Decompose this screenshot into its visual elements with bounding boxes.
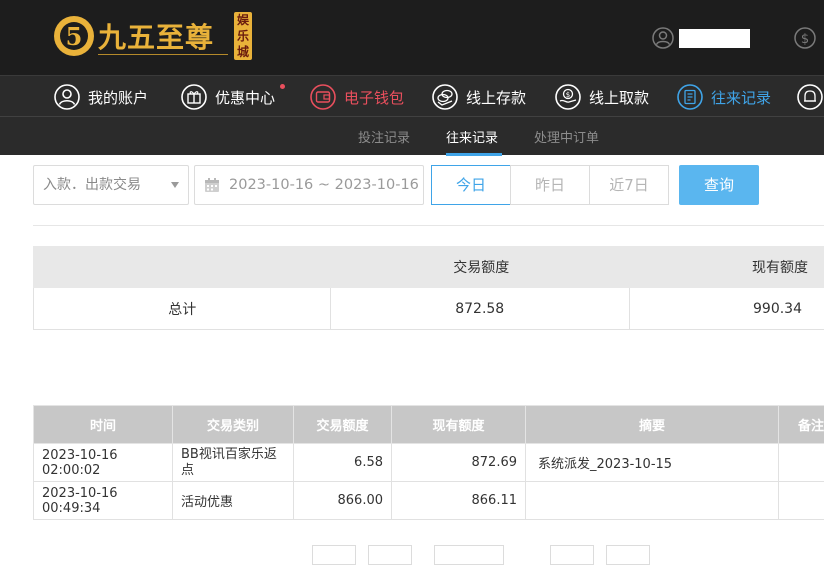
- pagination-prev-button[interactable]: [368, 545, 412, 565]
- nav-online-deposit[interactable]: 线上存款: [432, 82, 526, 112]
- col-header-balance: 现有额度: [392, 406, 526, 444]
- nav-notifications[interactable]: [797, 82, 824, 112]
- cell-balance: 872.69: [392, 444, 526, 482]
- table-row: 2023-10-16 00:49:34 活动优惠 866.00 866.11: [34, 482, 824, 520]
- records-table: 时间 交易类别 交易额度 现有额度 摘要 备注 2023-10-16 02:00…: [33, 405, 824, 520]
- nav-my-account[interactable]: 我的账户: [54, 82, 148, 112]
- nav-label: 线上存款: [466, 87, 526, 108]
- cell-summary: [526, 482, 779, 520]
- cell-summary: 系统派发_2023-10-15: [526, 444, 779, 482]
- summary-header-blank: [34, 247, 331, 288]
- cell-note: [779, 482, 824, 520]
- summary-row: 总计 872.58 990.34: [34, 288, 824, 330]
- records-icon: [677, 84, 703, 110]
- records-header-row: 时间 交易类别 交易额度 现有额度 摘要 备注: [34, 406, 824, 444]
- cell-time: 2023-10-16 02:00:02: [34, 444, 173, 482]
- search-button[interactable]: 查询: [679, 165, 759, 205]
- top-header: 5 九五至尊 娱乐城 $: [0, 0, 824, 75]
- subnav-bet-records[interactable]: 投注记录: [358, 127, 410, 146]
- summary-header-row: 交易额度 现有额度: [34, 247, 824, 288]
- username-display: [679, 29, 750, 48]
- summary-total-balance: 990.34: [630, 288, 824, 330]
- date-range-value: 2023-10-16 ~ 2023-10-16: [229, 177, 419, 193]
- cell-type: BB视讯百家乐返点: [173, 444, 294, 482]
- summary-table: 交易额度 现有额度 总计 872.58 990.34: [33, 246, 824, 330]
- bell-icon: [797, 84, 823, 110]
- nav-label: 我的账户: [88, 87, 148, 108]
- col-header-type: 交易类别: [173, 406, 294, 444]
- cell-time: 2023-10-16 00:49:34: [34, 482, 173, 520]
- notification-dot: [280, 84, 285, 89]
- logo-glyph: 5: [66, 22, 83, 51]
- col-header-time: 时间: [34, 406, 173, 444]
- pagination-next-button[interactable]: [550, 545, 594, 565]
- dollar-icon[interactable]: $: [794, 27, 816, 49]
- nav-transaction-records[interactable]: 往来记录: [677, 82, 771, 112]
- dropdown-arrow-icon: [171, 182, 179, 188]
- svg-text:$: $: [566, 91, 570, 99]
- today-button[interactable]: 今日: [431, 165, 511, 205]
- wallet-icon: [310, 84, 336, 110]
- pagination-page-input[interactable]: [434, 545, 504, 565]
- nav-e-wallet[interactable]: 电子钱包: [310, 82, 404, 112]
- subnav-transaction-records[interactable]: 往来记录: [446, 127, 498, 146]
- cell-type: 活动优惠: [173, 482, 294, 520]
- yesterday-button[interactable]: 昨日: [510, 165, 590, 205]
- summary-header-balance: 现有额度: [630, 247, 824, 288]
- logo-emblem-icon: 5: [52, 12, 96, 60]
- transaction-type-select[interactable]: 入款．出款交易: [33, 165, 189, 205]
- last-7-days-button[interactable]: 近7日: [589, 165, 669, 205]
- user-circle-icon: [54, 84, 80, 110]
- pagination-first-button[interactable]: [312, 545, 356, 565]
- main-nav: 我的账户 优惠中心 电子钱包 线上存款 $: [0, 75, 824, 116]
- nav-online-withdraw[interactable]: $ 线上取款: [555, 82, 649, 112]
- brand-name: 九五至尊: [98, 16, 214, 56]
- gift-icon: [181, 84, 207, 110]
- calendar-icon: [204, 178, 220, 193]
- nav-promotions[interactable]: 优惠中心: [181, 82, 275, 112]
- deposit-icon: [432, 84, 458, 110]
- nav-label: 线上取款: [589, 87, 649, 108]
- summary-total-amount: 872.58: [331, 288, 630, 330]
- logo-ornament: [98, 54, 228, 55]
- date-range-picker[interactable]: 2023-10-16 ~ 2023-10-16: [194, 165, 424, 205]
- withdraw-icon: $: [555, 84, 581, 110]
- subnav-pending-orders[interactable]: 处理中订单: [534, 127, 599, 146]
- col-header-note: 备注: [779, 406, 824, 444]
- svg-text:$: $: [801, 32, 809, 47]
- summary-total-label: 总计: [34, 288, 331, 330]
- summary-header-amount: 交易额度: [331, 247, 630, 288]
- table-row: 2023-10-16 02:00:02 BB视讯百家乐返点 6.58 872.6…: [34, 444, 824, 482]
- cell-amount: 866.00: [294, 482, 392, 520]
- brand-badge: 娱乐城: [234, 12, 252, 60]
- section-divider: [33, 225, 824, 226]
- user-avatar-icon[interactable]: [652, 27, 674, 49]
- cell-balance: 866.11: [392, 482, 526, 520]
- sub-nav: 投注记录 往来记录 处理中订单: [0, 116, 824, 155]
- cell-amount: 6.58: [294, 444, 392, 482]
- nav-label: 优惠中心: [215, 87, 275, 108]
- col-header-amount: 交易额度: [294, 406, 392, 444]
- cell-note: [779, 444, 824, 482]
- transaction-type-value: 入款．出款交易: [43, 177, 141, 193]
- pagination-last-button[interactable]: [606, 545, 650, 565]
- active-tab-indicator: [446, 153, 502, 156]
- nav-label: 往来记录: [711, 87, 771, 108]
- col-header-summary: 摘要: [526, 406, 779, 444]
- nav-label: 电子钱包: [344, 87, 404, 108]
